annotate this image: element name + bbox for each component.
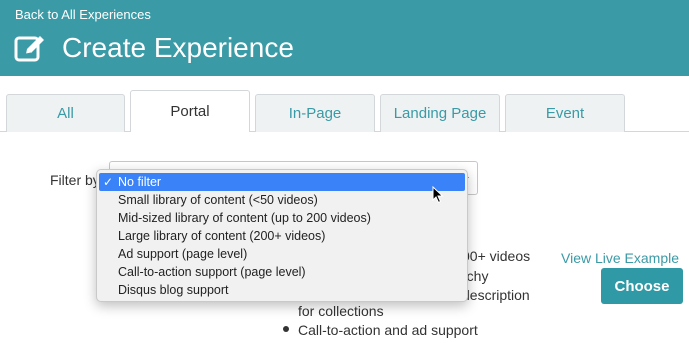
tab-landing-page[interactable]: Landing Page — [380, 94, 500, 132]
card-feature-text: 00+ videos — [462, 248, 531, 264]
option-label: Call-to-action support (page level) — [118, 265, 306, 279]
choose-button[interactable]: Choose — [601, 268, 683, 304]
option-label: No filter — [118, 175, 162, 189]
card-feature-text: description — [462, 287, 530, 303]
dropdown-option[interactable]: Call-to-action support (page level) — [97, 263, 467, 281]
page-title: Create Experience — [62, 32, 294, 63]
tab-in-page[interactable]: In-Page — [255, 94, 375, 132]
dropdown-option[interactable]: Disqus blog support — [97, 281, 467, 299]
header-bar: Back to All Experiences Create Experienc… — [0, 0, 689, 76]
option-label: Disqus blog support — [118, 283, 229, 297]
dropdown-option[interactable]: Mid-sized library of content (up to 200 … — [97, 209, 467, 227]
dropdown-option-no-filter[interactable]: ✓ No filter — [99, 173, 465, 191]
tab-portal[interactable]: Portal — [130, 90, 250, 133]
option-label: Small library of content (<50 videos) — [118, 193, 318, 207]
filter-dropdown-menu: ✓ No filter Small library of content (<5… — [96, 169, 468, 302]
dropdown-option[interactable]: Ad support (page level) — [97, 245, 467, 263]
bullet-icon — [283, 326, 289, 332]
option-label: Large library of content (200+ videos) — [118, 229, 326, 243]
checkmark-icon: ✓ — [103, 175, 114, 189]
card-feature-bullet: Call-to-action and ad support — [298, 322, 478, 338]
tab-event[interactable]: Event — [505, 94, 625, 132]
option-label: Mid-sized library of content (up to 200 … — [118, 211, 371, 225]
view-live-example-link[interactable]: View Live Example — [561, 250, 679, 266]
option-label: Ad support (page level) — [118, 247, 248, 261]
filter-label: Filter by — [50, 172, 100, 188]
card-feature-text: for collections — [298, 303, 384, 319]
tab-all[interactable]: All — [6, 94, 125, 132]
edit-icon — [14, 36, 44, 62]
back-link[interactable]: Back to All Experiences — [15, 7, 151, 22]
dropdown-option[interactable]: Small library of content (<50 videos) — [97, 191, 467, 209]
dropdown-option[interactable]: Large library of content (200+ videos) — [97, 227, 467, 245]
mouse-cursor-icon — [432, 186, 444, 204]
